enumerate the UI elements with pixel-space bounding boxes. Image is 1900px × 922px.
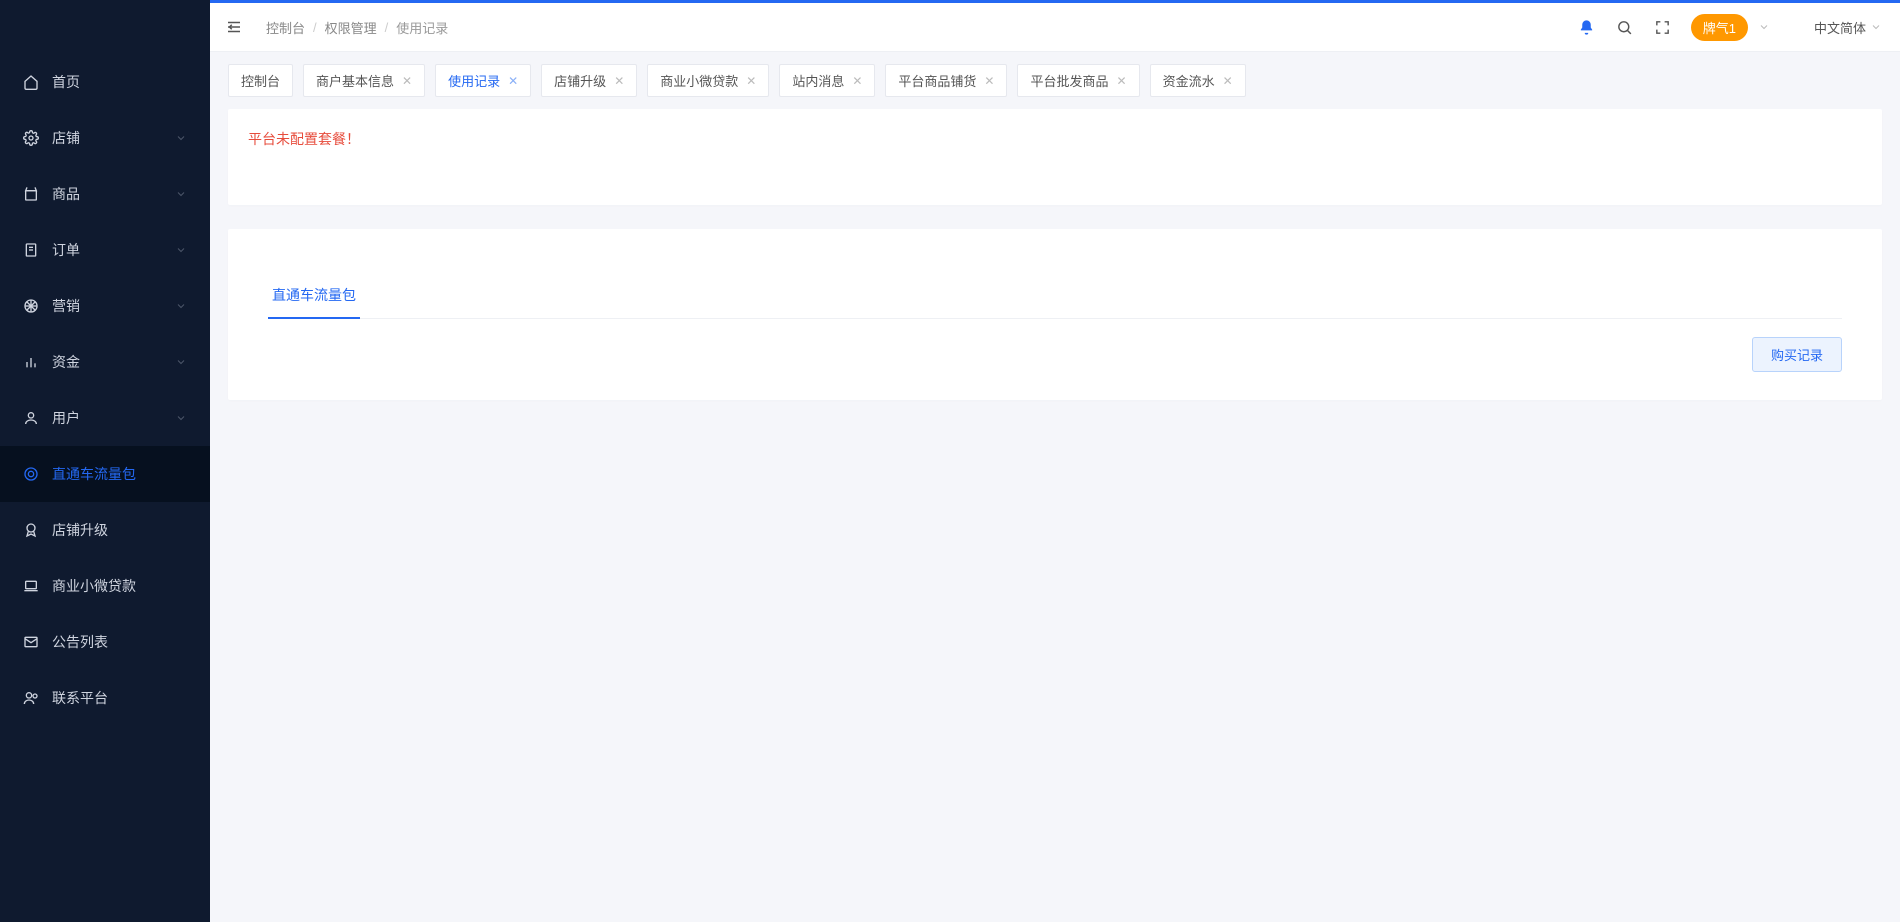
chevron-down-icon [174,411,188,425]
close-icon[interactable]: ✕ [984,74,994,88]
tab-shop-upgrade[interactable]: 店铺升级 ✕ [541,64,637,97]
inner-card: 直通车流量包 购买记录 [246,253,1864,394]
sidebar-item-label: 资金 [52,352,174,372]
fullscreen-icon[interactable] [1649,13,1677,41]
main: 控制台 / 权限管理 / 使用记录 牌气1 中文简体 [210,0,1900,922]
gear-icon [22,129,40,147]
tab-label: 商户基本信息 [316,71,394,90]
buy-record-button[interactable]: 购买记录 [1752,337,1842,372]
section-tabs: 直通车流量包 [268,275,1842,319]
tab-label: 店铺升级 [554,71,606,90]
sidebar-item-label: 订单 [52,240,174,260]
sidebar-item-traffic[interactable]: 直通车流量包 [0,446,210,502]
sidebar-item-marketing[interactable]: 营销 [0,278,210,334]
tab-label: 站内消息 [792,71,844,90]
target-icon [22,465,40,483]
chart-icon [22,353,40,371]
breadcrumb-current: 使用记录 [396,18,448,37]
tab-label: 使用记录 [448,71,500,90]
sidebar-item-label: 店铺升级 [52,520,188,540]
sidebar: 首页 店铺 商品 订单 [0,0,210,922]
language-label: 中文简体 [1814,18,1866,37]
sidebar-item-label: 直通车流量包 [52,464,188,484]
sidebar-item-label: 公告列表 [52,632,188,652]
menu-toggle-icon[interactable] [220,13,248,41]
search-icon[interactable] [1611,13,1639,41]
close-icon[interactable]: ✕ [614,74,624,88]
section-tab-traffic[interactable]: 直通车流量包 [268,275,360,319]
sidebar-item-goods[interactable]: 商品 [0,166,210,222]
sidebar-item-label: 营销 [52,296,174,316]
tab-goods-distribute[interactable]: 平台商品铺货 ✕ [885,64,1007,97]
page-tabs: 控制台 商户基本信息 ✕ 使用记录 ✕ 店铺升级 ✕ 商业小微贷款 ✕ 站内消息… [210,52,1900,105]
breadcrumb: 控制台 / 权限管理 / 使用记录 [266,18,448,37]
breadcrumb-sep: / [385,20,389,35]
breadcrumb-link[interactable]: 权限管理 [325,18,377,37]
close-icon[interactable]: ✕ [852,74,862,88]
user-dropdown-icon[interactable] [1754,17,1774,37]
sidebar-item-label: 商品 [52,184,174,204]
warning-text: 平台未配置套餐！ [248,129,1862,149]
wheel-icon [22,297,40,315]
mail-icon [22,633,40,651]
tab-label: 平台批发商品 [1030,71,1108,90]
sidebar-item-label: 联系平台 [52,688,188,708]
sidebar-item-label: 用户 [52,408,174,428]
tab-loan[interactable]: 商业小微贷款 ✕ [647,64,769,97]
sidebar-item-users[interactable]: 用户 [0,390,210,446]
breadcrumb-sep: / [313,20,317,35]
topbar: 控制台 / 权限管理 / 使用记录 牌气1 中文简体 [210,0,1900,52]
close-icon[interactable]: ✕ [746,74,756,88]
chevron-down-icon [174,355,188,369]
user-badge[interactable]: 牌气1 [1691,14,1748,41]
sidebar-item-home[interactable]: 首页 [0,54,210,110]
tab-label: 平台商品铺货 [898,71,976,90]
tab-console[interactable]: 控制台 [228,64,293,97]
bag-icon [22,185,40,203]
laptop-icon [22,577,40,595]
language-selector[interactable]: 中文简体 [1814,18,1882,37]
tab-fund-flow[interactable]: 资金流水 ✕ [1150,64,1246,97]
action-row: 购买记录 [268,319,1842,372]
sidebar-item-finance[interactable]: 资金 [0,334,210,390]
chevron-down-icon [174,299,188,313]
sidebar-item-label: 商业小微贷款 [52,576,188,596]
contact-icon [22,689,40,707]
sidebar-item-label: 店铺 [52,128,174,148]
sidebar-item-shop[interactable]: 店铺 [0,110,210,166]
chevron-down-icon [1870,21,1882,33]
tab-label: 资金流水 [1163,71,1215,90]
tab-wholesale[interactable]: 平台批发商品 ✕ [1017,64,1139,97]
breadcrumb-link[interactable]: 控制台 [266,18,305,37]
sidebar-item-contact[interactable]: 联系平台 [0,670,210,726]
bell-icon[interactable] [1573,13,1601,41]
close-icon[interactable]: ✕ [1117,74,1127,88]
warning-card: 平台未配置套餐！ [228,109,1882,205]
badge-icon [22,521,40,539]
section-card: 直通车流量包 购买记录 [228,229,1882,400]
chevron-down-icon [174,243,188,257]
chevron-down-icon [174,131,188,145]
tab-usage-log[interactable]: 使用记录 ✕ [435,64,531,97]
tab-messages[interactable]: 站内消息 ✕ [779,64,875,97]
close-icon[interactable]: ✕ [402,74,412,88]
sidebar-item-loan[interactable]: 商业小微贷款 [0,558,210,614]
sidebar-item-label: 首页 [52,72,188,92]
sidebar-item-upgrade[interactable]: 店铺升级 [0,502,210,558]
tab-label: 商业小微贷款 [660,71,738,90]
order-icon [22,241,40,259]
close-icon[interactable]: ✕ [508,74,518,88]
sidebar-item-notice[interactable]: 公告列表 [0,614,210,670]
user-icon [22,409,40,427]
close-icon[interactable]: ✕ [1223,74,1233,88]
tab-label: 控制台 [241,71,280,90]
sidebar-item-order[interactable]: 订单 [0,222,210,278]
tab-merchant-info[interactable]: 商户基本信息 ✕ [303,64,425,97]
chevron-down-icon [174,187,188,201]
content: 平台未配置套餐！ 直通车流量包 购买记录 [210,105,1900,444]
home-icon [22,73,40,91]
